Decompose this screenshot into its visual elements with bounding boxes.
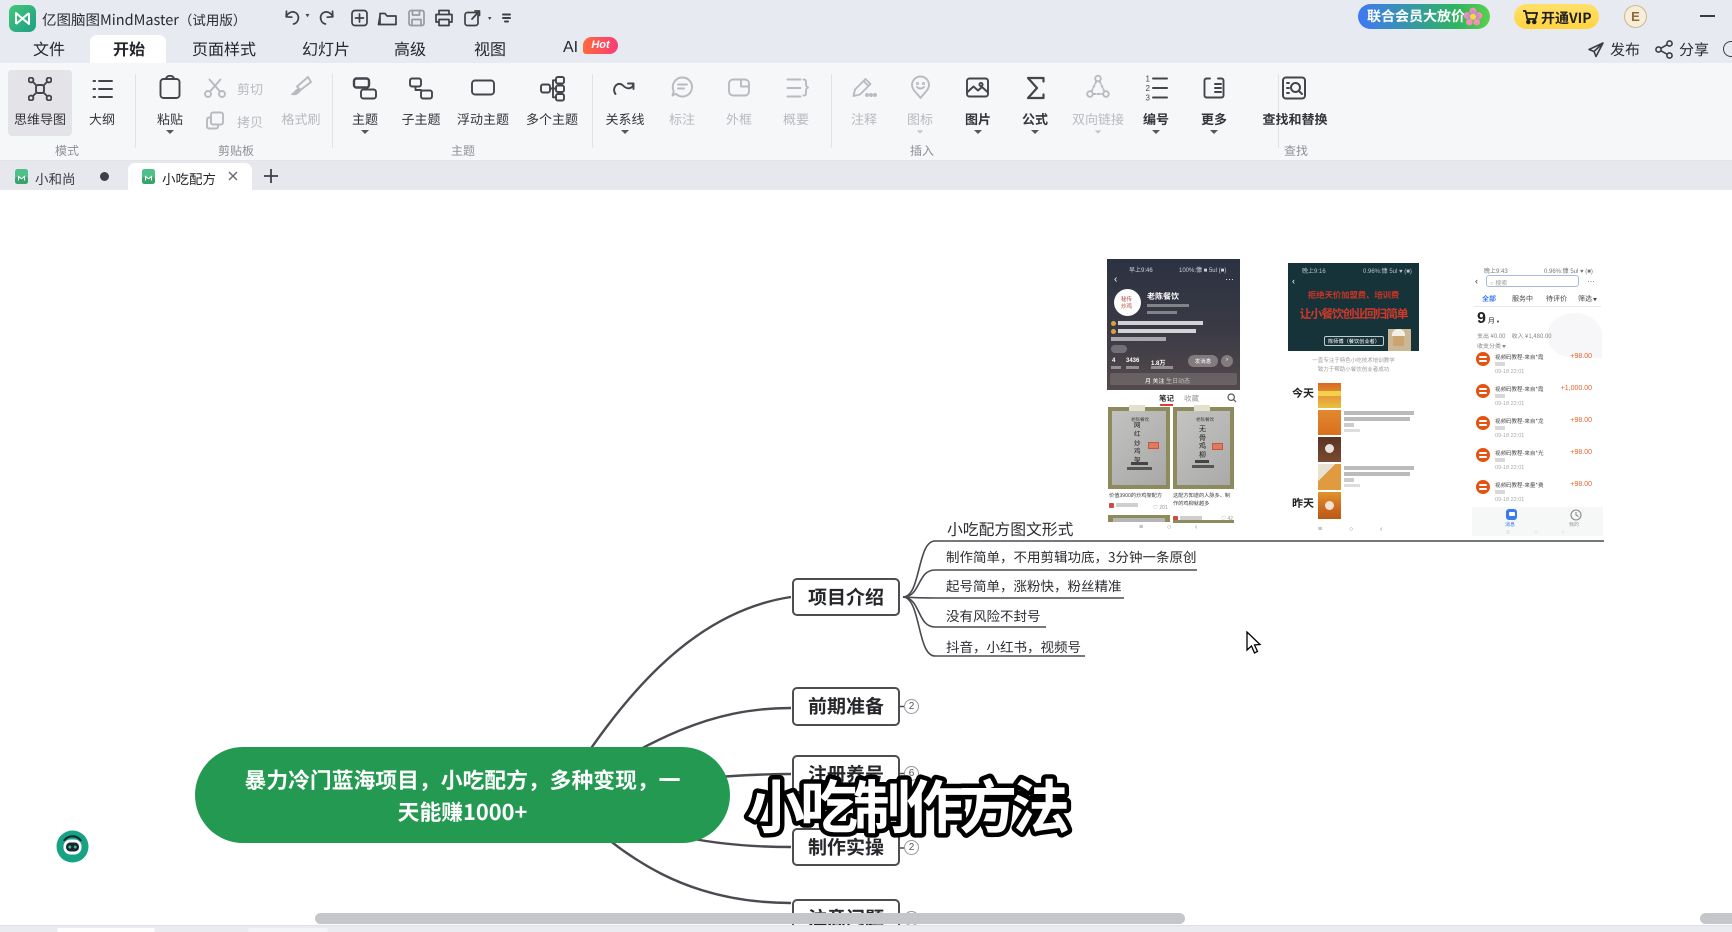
svg-text:小吃制作方法: 小吃制作方法: [747, 761, 1068, 845]
